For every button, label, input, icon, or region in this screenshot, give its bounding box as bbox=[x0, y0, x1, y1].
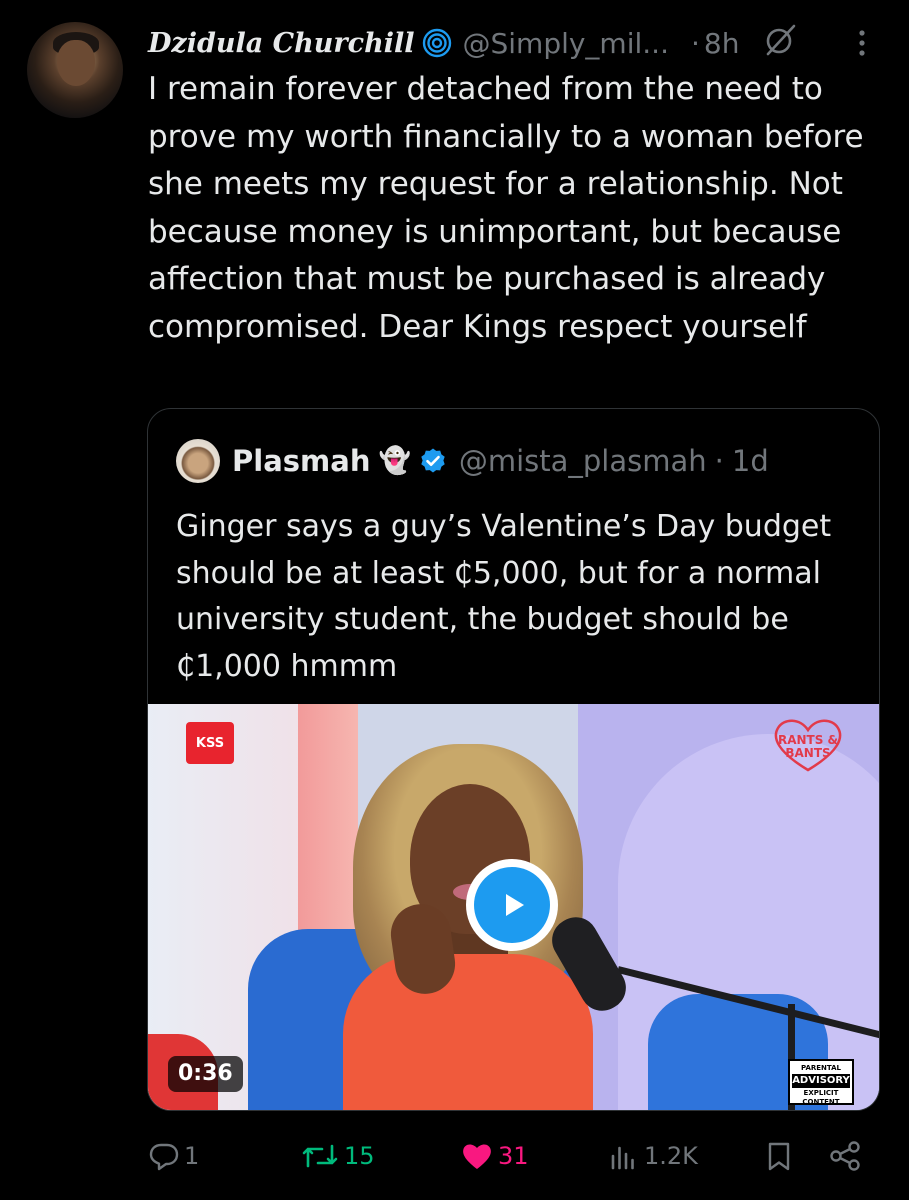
advisory-main: ADVISORY bbox=[792, 1074, 850, 1088]
avatar-face bbox=[57, 40, 95, 86]
separator-dot: · bbox=[690, 26, 700, 60]
woman-red-top bbox=[343, 954, 593, 1110]
rants-bants-logo: RANTS & BANTS bbox=[777, 733, 839, 760]
bookmark-button[interactable] bbox=[764, 1140, 798, 1172]
bookmark-icon bbox=[768, 1142, 790, 1171]
views-button[interactable]: 1.2K bbox=[608, 1140, 698, 1172]
share-icon bbox=[830, 1141, 860, 1171]
quote-text: Ginger says a guy’s Valentine’s Day budg… bbox=[176, 509, 832, 684]
quote-author-handle[interactable]: @mista_plasmah bbox=[459, 444, 707, 478]
author-name[interactable]: Dzidula Churchill bbox=[148, 28, 414, 59]
more-vertical-icon[interactable] bbox=[852, 28, 872, 58]
ghost-emoji: 👻 bbox=[378, 446, 411, 476]
reply-button[interactable]: 1 bbox=[148, 1140, 199, 1172]
author-avatar[interactable] bbox=[27, 22, 123, 118]
quote-author-name[interactable]: Plasmah bbox=[232, 444, 370, 478]
author-handle[interactable]: @Simply_mil... bbox=[462, 27, 669, 60]
like-count: 31 bbox=[498, 1142, 529, 1170]
kss-logo: KSS bbox=[186, 722, 234, 764]
action-bar: 1 15 31 1.2K bbox=[0, 1140, 909, 1184]
play-icon bbox=[474, 867, 550, 943]
reply-count: 1 bbox=[184, 1142, 200, 1170]
play-button[interactable] bbox=[466, 859, 558, 951]
quote-separator: · bbox=[714, 444, 724, 478]
parental-advisory-label: PARENTAL ADVISORY EXPLICIT CONTENT bbox=[788, 1059, 854, 1106]
quote-time[interactable]: 1d bbox=[732, 444, 769, 478]
repost-button[interactable]: 15 bbox=[300, 1140, 375, 1172]
grok-icon[interactable] bbox=[762, 22, 798, 58]
tweet-header: Dzidula Churchill @Simply_mil... · 8h bbox=[148, 20, 739, 66]
quoted-tweet[interactable]: Plasmah 👻 @mista_plasmah · 1d Ginger say… bbox=[147, 408, 880, 1111]
tweet-text: I remain forever detached from the need … bbox=[148, 71, 874, 345]
views-count: 1.2K bbox=[644, 1142, 698, 1170]
quote-author-avatar[interactable] bbox=[176, 439, 220, 483]
views-icon bbox=[611, 1146, 634, 1170]
like-button[interactable]: 31 bbox=[460, 1140, 529, 1172]
heart-icon bbox=[463, 1144, 491, 1169]
tweet-time[interactable]: 8h bbox=[704, 27, 740, 60]
share-button[interactable] bbox=[828, 1140, 866, 1172]
video-thumbnail[interactable]: KSS RANTS & BANTS 0:36 PARENTAL ADVISORY… bbox=[148, 704, 879, 1110]
video-duration: 0:36 bbox=[168, 1056, 243, 1092]
advisory-bottom: EXPLICIT CONTENT bbox=[802, 1089, 840, 1106]
swirl-verified-icon bbox=[423, 28, 452, 58]
reply-icon bbox=[149, 1143, 179, 1171]
verified-badge-icon bbox=[421, 448, 445, 473]
advisory-top: PARENTAL bbox=[800, 1064, 842, 1072]
repost-icon bbox=[302, 1144, 338, 1168]
quote-header: Plasmah 👻 @mista_plasmah · 1d bbox=[176, 439, 769, 483]
repost-count: 15 bbox=[344, 1142, 375, 1170]
